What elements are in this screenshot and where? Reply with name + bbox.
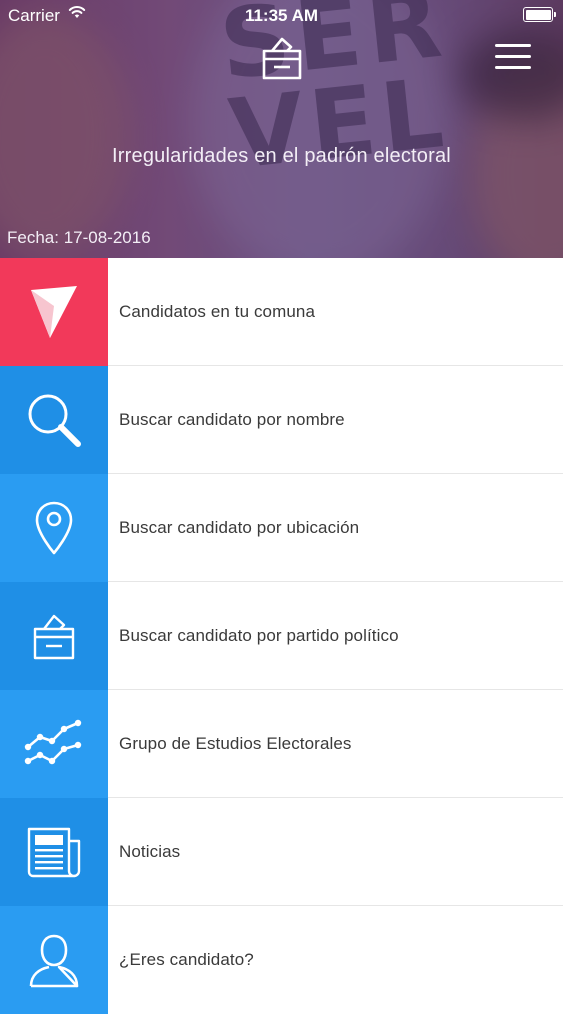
menu-item-candidatos-comuna[interactable]: Candidatos en tu comuna bbox=[0, 257, 563, 366]
menu-tile bbox=[0, 365, 108, 474]
menu-item-grupo-estudios[interactable]: Grupo de Estudios Electorales bbox=[0, 689, 563, 798]
clock-time: 11:35 AM bbox=[244, 6, 319, 25]
newspaper-icon bbox=[27, 827, 81, 877]
user-icon bbox=[29, 934, 79, 988]
menu-tile bbox=[0, 906, 108, 1014]
menu-item-label: Noticias bbox=[119, 841, 181, 861]
menu-item-label: ¿Eres candidato? bbox=[119, 950, 254, 969]
menu-tile bbox=[0, 581, 108, 690]
battery-icon bbox=[523, 7, 556, 22]
main-menu-list: Candidatos en tu comuna Buscar candidato… bbox=[0, 257, 563, 1014]
location-arrow-icon bbox=[31, 285, 77, 338]
ballot-box-icon bbox=[262, 37, 302, 80]
menu-tile bbox=[0, 257, 108, 366]
menu-item-buscar-ubicacion[interactable]: Buscar candidato por ubicación bbox=[0, 473, 563, 582]
menu-item-eres-candidato[interactable]: ¿Eres candidato? bbox=[0, 906, 563, 1014]
menu-item-label: Buscar candidato por nombre bbox=[119, 409, 345, 429]
menu-tile bbox=[0, 473, 108, 582]
menu-item-label: Grupo de Estudios Electorales bbox=[119, 733, 352, 753]
menu-tile bbox=[0, 689, 108, 798]
menu-item-label: Buscar candidato por ubicación bbox=[119, 517, 360, 537]
line-chart-icon bbox=[24, 719, 82, 764]
hero-banner[interactable]: SER VEL Carrier 11:35 AM Irregularidades… bbox=[0, 0, 563, 258]
menu-tile bbox=[0, 797, 108, 906]
hero-date: Fecha: 17-08-2016 bbox=[7, 228, 151, 247]
search-icon bbox=[28, 394, 81, 447]
menu-item-label: Buscar candidato por partido político bbox=[119, 625, 399, 645]
menu-item-buscar-partido[interactable]: Buscar candidato por partido político bbox=[0, 581, 563, 690]
hamburger-menu-icon[interactable] bbox=[495, 44, 531, 70]
status-bar: Carrier 11:35 AM bbox=[0, 0, 563, 30]
menu-item-buscar-nombre[interactable]: Buscar candidato por nombre bbox=[0, 365, 563, 474]
hero-headline[interactable]: Irregularidades en el padrón electoral bbox=[0, 145, 563, 168]
menu-item-label: Candidatos en tu comuna bbox=[119, 301, 316, 321]
menu-item-noticias[interactable]: Noticias bbox=[0, 797, 563, 906]
ballot-box-icon bbox=[33, 614, 75, 659]
map-pin-icon bbox=[35, 501, 73, 554]
